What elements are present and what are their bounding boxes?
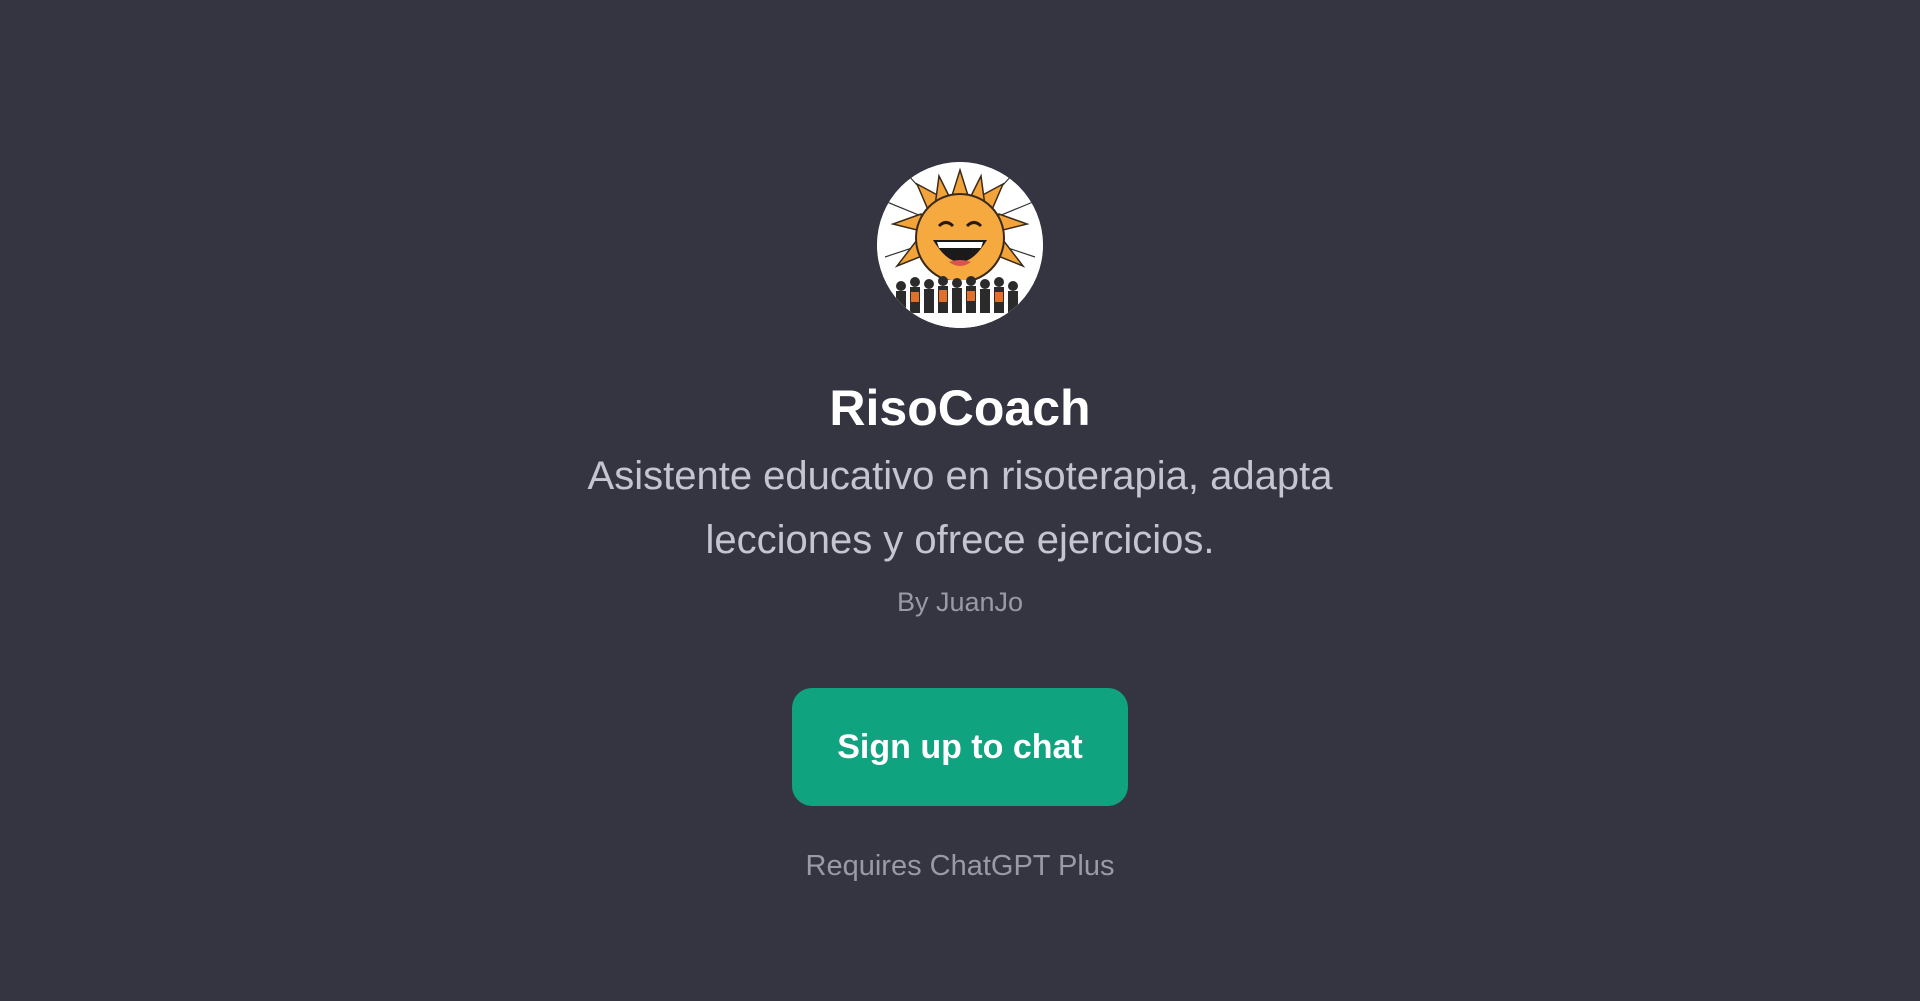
laughing-sun-crowd-icon — [877, 162, 1043, 328]
gpt-landing-page: RisoCoach Asistente educativo en risoter… — [0, 0, 1920, 1001]
gpt-author: By JuanJo — [896, 587, 1024, 617]
gpt-title: RisoCoach — [829, 380, 1091, 436]
requirement-note: Requires ChatGPT Plus — [805, 850, 1115, 882]
sign-up-to-chat-button[interactable]: Sign up to chat — [792, 688, 1128, 806]
gpt-avatar — [877, 162, 1043, 328]
gpt-description: Asistente educativo en risoterapia, adap… — [587, 454, 1333, 562]
